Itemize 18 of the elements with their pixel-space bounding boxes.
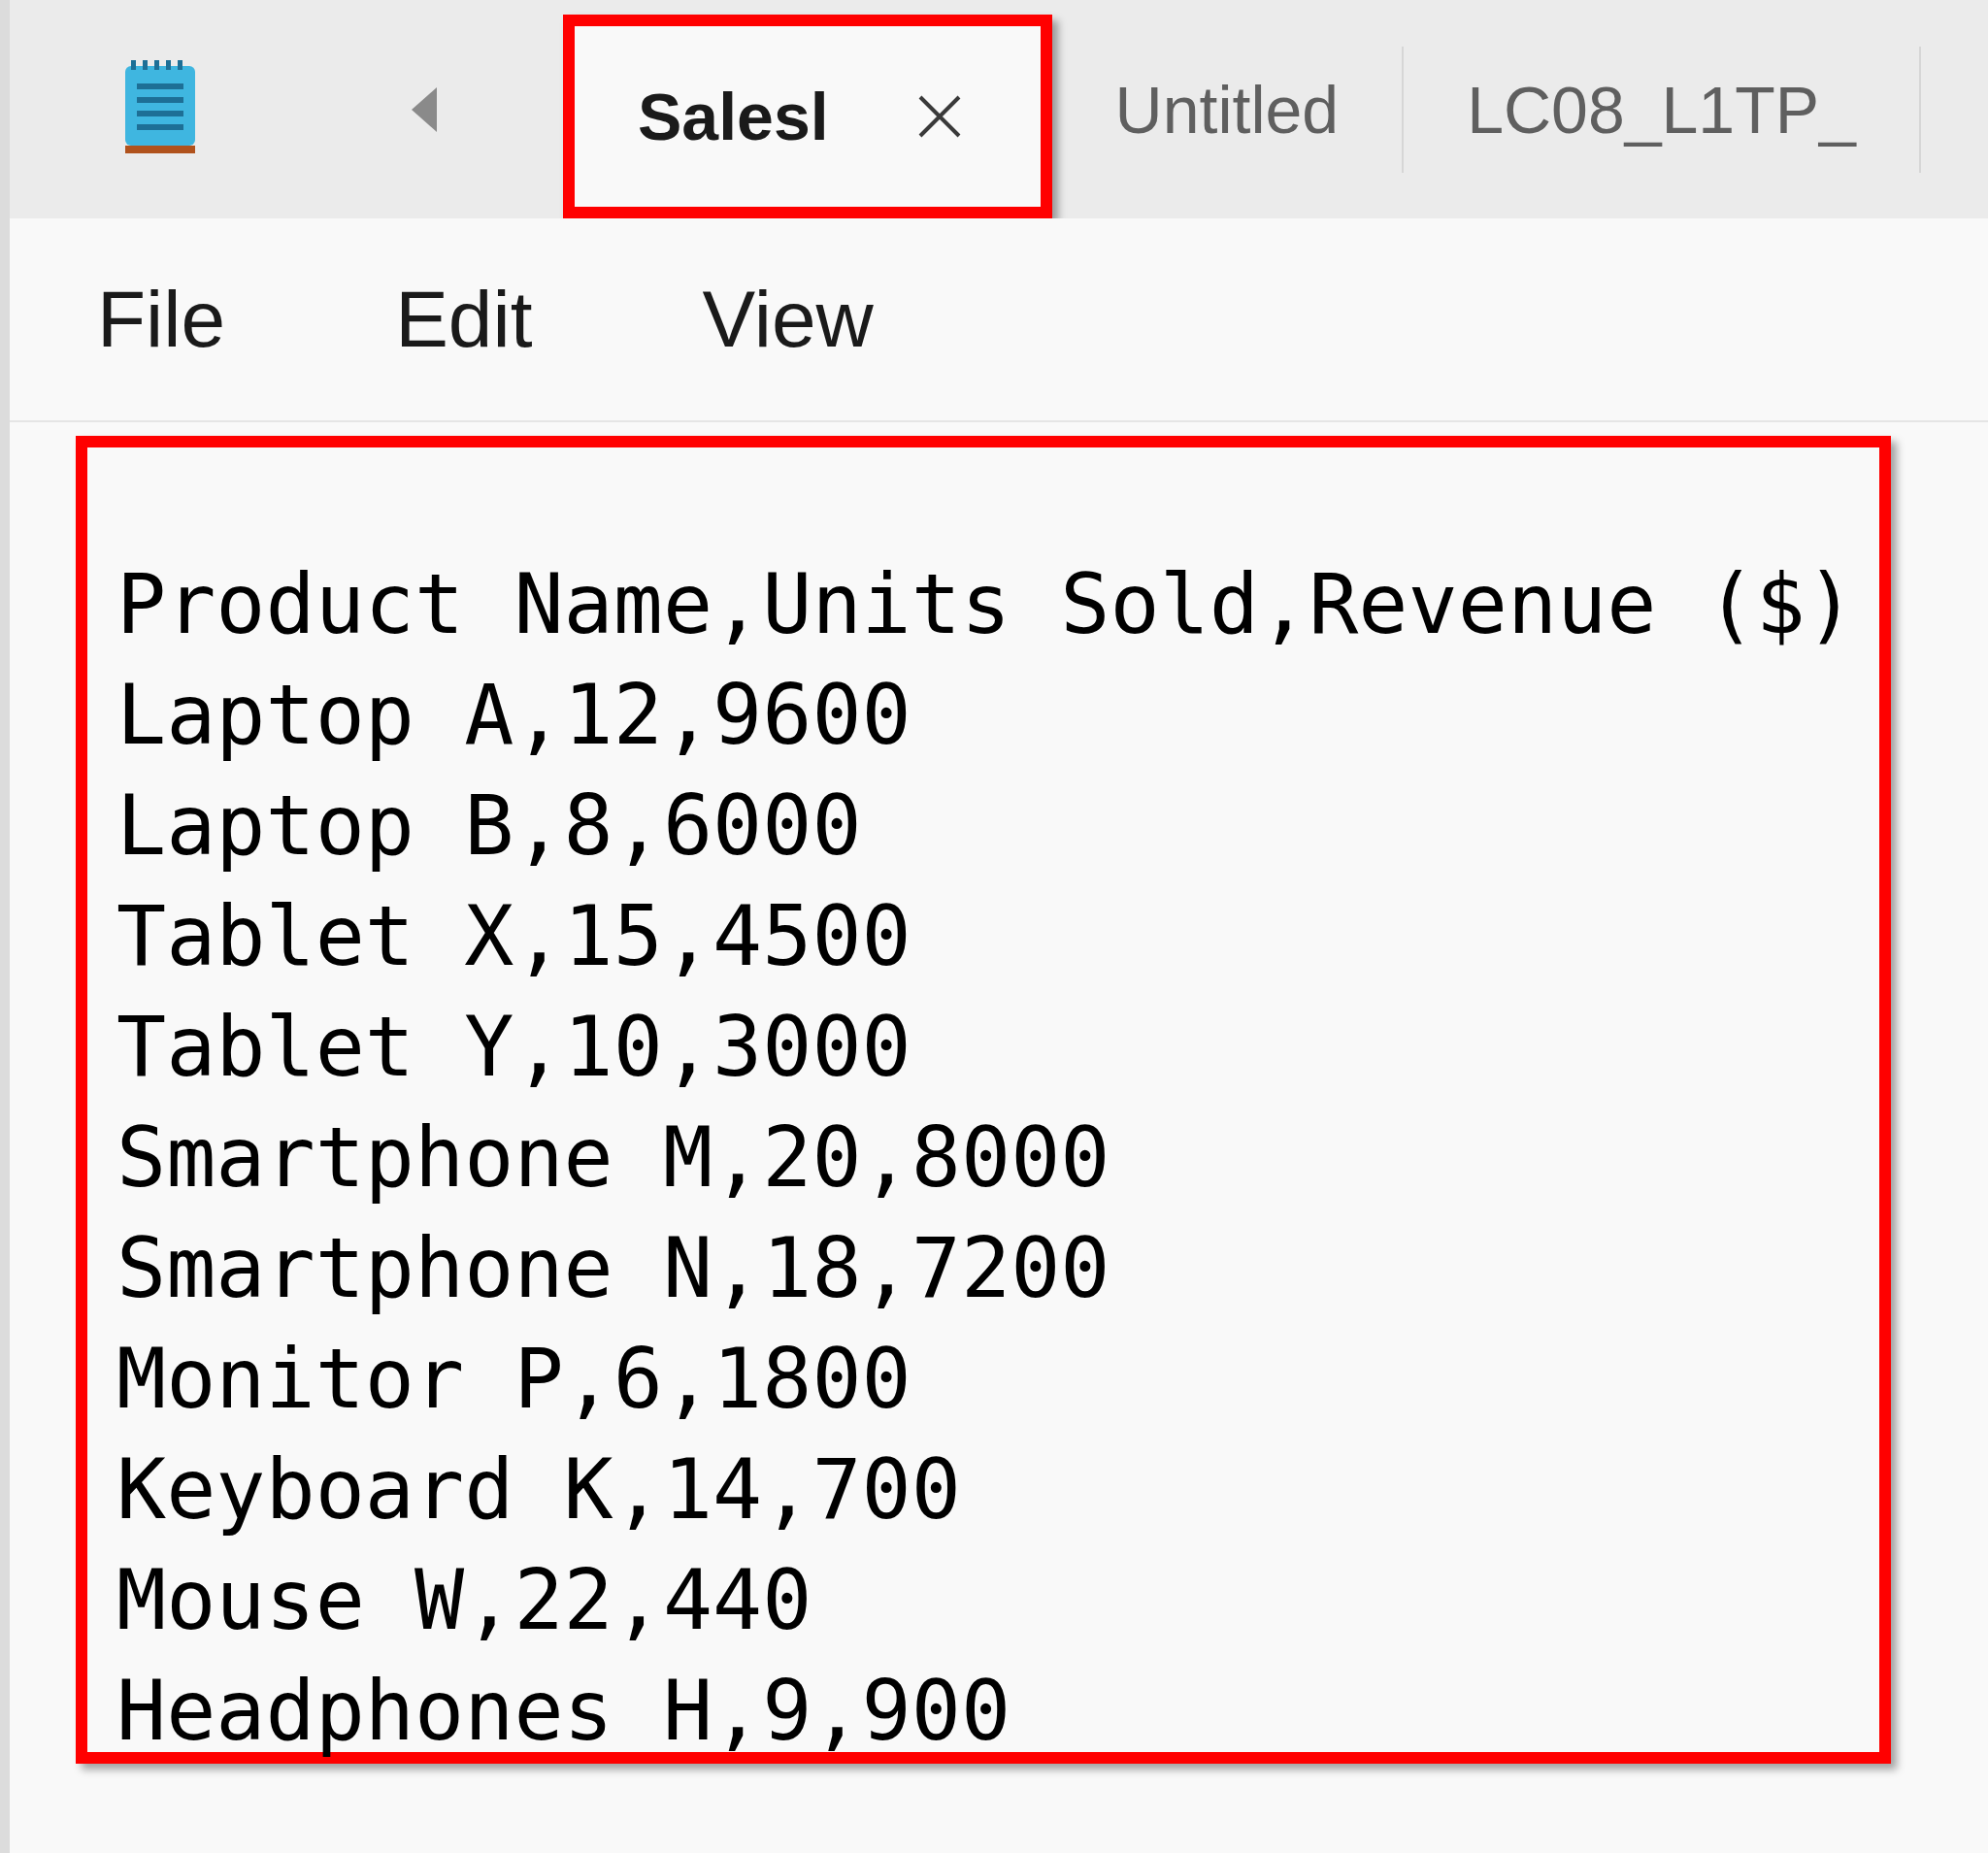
text-line: Headphones H,9,900 <box>116 1662 1011 1761</box>
text-line: Mouse W,22,440 <box>116 1551 812 1650</box>
menu-item[interactable]: View <box>702 280 874 359</box>
text-line: Tablet Y,10,3000 <box>116 998 911 1097</box>
text-line: Laptop A,12,9600 <box>116 666 911 765</box>
scroll-left-icon[interactable] <box>410 84 439 134</box>
tab[interactable]: LC08_L1TP_ <box>1404 46 1921 173</box>
text-line: Monitor P,6,1800 <box>116 1330 911 1429</box>
text-line: Laptop B,8,6000 <box>116 777 862 876</box>
text-line: Smartphone M,20,8000 <box>116 1108 1110 1208</box>
menu-item[interactable]: Edit <box>395 280 533 359</box>
menu-item[interactable]: File <box>97 280 226 359</box>
text-line: Keyboard K,14,700 <box>116 1440 961 1539</box>
text-line: Product Name,Units Sold,Revenue ($) <box>116 555 1856 654</box>
tab[interactable]: Untitled <box>1051 46 1405 173</box>
tab[interactable]: Salesl <box>563 15 1052 218</box>
text-line: Tablet X,15,4500 <box>116 887 911 986</box>
text-line: Smartphone N,18,7200 <box>116 1219 1110 1318</box>
